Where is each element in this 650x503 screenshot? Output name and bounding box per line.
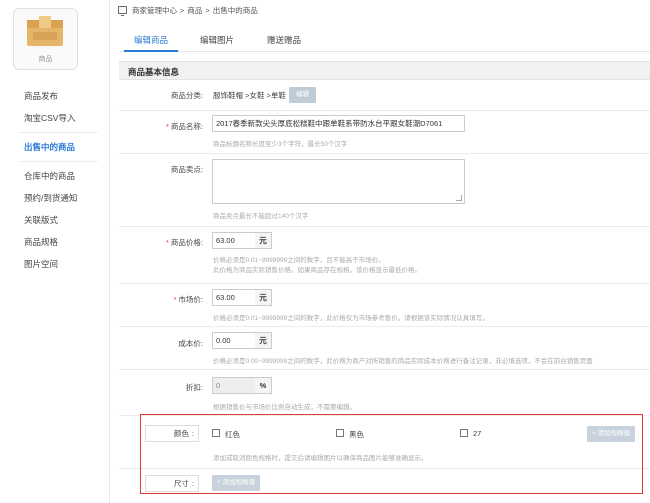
tab-edit-images[interactable]: 编辑图片	[200, 34, 234, 52]
price-label: * 商品价格:	[165, 238, 203, 247]
name-label: * 商品名称:	[165, 122, 203, 131]
name-row: * 商品名称: 2017春季新款尖头厚底松糕鞋中跟单鞋系带防水台平跟女鞋潮D706…	[119, 111, 650, 154]
color-red-label: 红色	[225, 430, 240, 439]
logo-label: 商品	[38, 56, 53, 63]
discount-label: 折扣:	[185, 383, 203, 392]
color-spec-name[interactable]: 颜色:	[145, 425, 199, 442]
tab-bar: 编辑商品 编辑图片 赠送赠品	[119, 28, 650, 52]
cost-price-label: 成本价:	[178, 339, 203, 348]
discount-row: 折扣: 0 % 根据销售价与市场价比例自动生成，不需要编辑。	[119, 370, 650, 416]
section-title: 商品基本信息	[128, 67, 180, 77]
color-spec-hint: 添加或取消颜色规格时，提交后请编辑图片以确保商品图片能够准确显示。	[213, 455, 428, 462]
cost-price-input[interactable]: 0.00	[212, 332, 256, 349]
breadcrumb-sep: >	[205, 5, 210, 15]
cost-price-row: 成本价: 0.00 元 价格必须是0.00~9999999之间的数字，此价格为商…	[119, 327, 650, 370]
edit-category-button[interactable]: 编辑	[289, 87, 316, 103]
sidebar-item-arrival-notice[interactable]: 预约/到货通知	[0, 188, 110, 210]
sidebar: 商品 商品发布 淘宝CSV导入 出售中的商品 仓库中的商品 预约/到货通知 关联…	[0, 0, 110, 503]
color-red-checkbox[interactable]	[212, 429, 220, 437]
market-price-row: * 市场价: 63.00 元 价格必须是0.01~9999999之间的数字，此价格…	[119, 284, 650, 327]
goods-logo: 商品	[13, 8, 78, 70]
color-spec-row: 颜色: 红色 黑色 27 + 添加规格值 添加或取消颜色规格时，提交后请编辑图片…	[119, 416, 650, 469]
breadcrumb-goods[interactable]: 商品	[187, 5, 202, 16]
market-price-input[interactable]: 63.00	[212, 289, 256, 306]
price-hint-1: 价格必须是0.01~9999999之间的数字，且不能高于市场价。	[213, 257, 385, 264]
size-spec-row: 尺寸: + 添加规格值	[119, 469, 650, 499]
sidebar-item-images[interactable]: 图片空间	[0, 254, 110, 276]
selling-point-hint: 商品卖点最长不能超过140个汉字	[213, 213, 309, 220]
sidebar-item-template[interactable]: 关联版式	[0, 210, 110, 232]
breadcrumb: 商家管理中心 > 商品 > 出售中的商品	[118, 3, 258, 17]
color-27-checkbox[interactable]	[460, 429, 468, 437]
discount-unit: %	[255, 377, 272, 394]
price-hint-2: 此价格为商品实际销售价格，如果商品存在规格，该价格显示最低价格。	[213, 267, 421, 274]
price-input[interactable]: 63.00	[212, 232, 256, 249]
side-menu: 商品发布 淘宝CSV导入 出售中的商品 仓库中的商品 预约/到货通知 关联版式 …	[0, 86, 110, 276]
breadcrumb-sep: >	[180, 5, 185, 15]
selling-point-label: 商品卖点:	[170, 165, 203, 174]
required-mark: *	[165, 238, 169, 247]
selling-point-textarea[interactable]	[212, 159, 465, 204]
name-hint: 商品标题名称长度至少3个字符，最长50个汉字	[213, 141, 348, 148]
required-mark: *	[173, 295, 177, 304]
selling-point-row: 商品卖点: 商品卖点最长不能超过140个汉字	[119, 154, 650, 227]
section-header: 商品基本信息	[119, 61, 650, 80]
sidebar-divider	[18, 161, 98, 162]
sidebar-item-warehouse[interactable]: 仓库中的商品	[0, 166, 110, 188]
cost-price-hint: 价格必须是0.00~9999999之间的数字，此价格为商户对所销售的商品实际成本…	[213, 358, 593, 365]
discount-input: 0	[212, 377, 256, 394]
sidebar-item-spec[interactable]: 商品规格	[0, 232, 110, 254]
color-27-label: 27	[473, 429, 482, 438]
color-black-label: 黑色	[349, 430, 364, 439]
add-color-value-button[interactable]: + 添加规格值	[587, 426, 636, 442]
price-row: * 商品价格: 63.00 元 价格必须是0.01~9999999之间的数字，且不…	[119, 227, 650, 284]
sidebar-item-on-sale[interactable]: 出售中的商品	[0, 137, 110, 159]
cost-price-unit: 元	[255, 332, 272, 349]
name-input[interactable]: 2017春季新款尖头厚底松糕鞋中跟单鞋系带防水台平跟女鞋潮D7061	[212, 115, 465, 132]
tab-edit-goods[interactable]: 编辑商品	[124, 34, 179, 52]
required-mark: *	[165, 122, 169, 131]
color-black-checkbox[interactable]	[336, 429, 344, 437]
category-row: 商品分类: 服饰鞋帽 >女鞋 >单鞋 编辑	[119, 81, 650, 111]
category-label: 商品分类:	[170, 91, 203, 100]
discount-hint: 根据销售价与市场价比例自动生成，不需要编辑。	[213, 404, 356, 411]
breadcrumb-current: 出售中的商品	[212, 5, 258, 15]
market-price-label: * 市场价:	[173, 295, 203, 304]
price-unit: 元	[255, 232, 272, 249]
category-value: 服饰鞋帽 >女鞋 >单鞋	[213, 91, 286, 100]
sidebar-item-publish[interactable]: 商品发布	[0, 86, 110, 108]
monitor-icon	[118, 6, 127, 16]
breadcrumb-root[interactable]: 商家管理中心	[132, 5, 177, 16]
add-size-value-button[interactable]: + 添加规格值	[212, 475, 261, 491]
size-spec-name[interactable]: 尺寸:	[145, 475, 199, 492]
box-icon	[27, 16, 63, 46]
market-price-hint: 价格必须是0.01~9999999之间的数字，此价格仅为市场参考售价，请根据该实…	[213, 315, 489, 322]
sidebar-item-csv-import[interactable]: 淘宝CSV导入	[0, 108, 110, 130]
sidebar-divider	[18, 132, 98, 133]
tab-gifts[interactable]: 赠送赠品	[267, 34, 301, 52]
market-price-unit: 元	[255, 289, 272, 306]
